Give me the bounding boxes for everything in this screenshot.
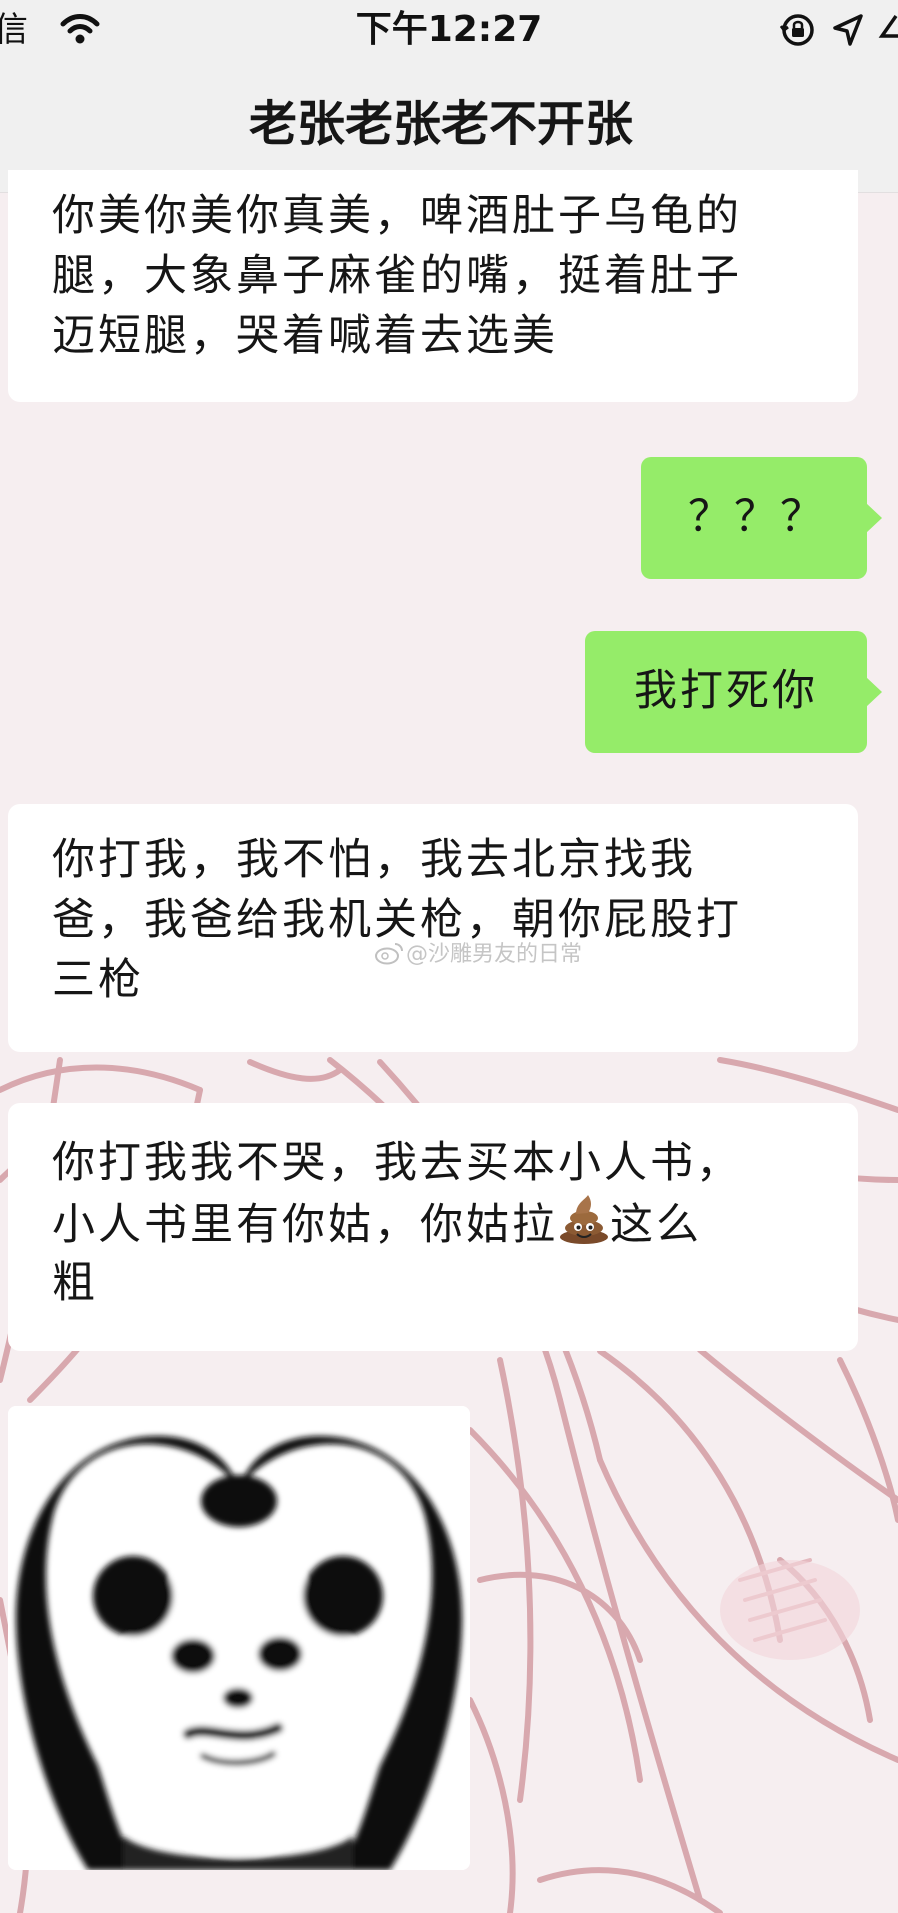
outgoing-message-bubble[interactable]: ？？？: [641, 457, 882, 579]
message-text-line: 腿，大象鼻子麻雀的嘴，挺着肚子: [52, 251, 742, 301]
message-text-line: 小人书里有你姑，你姑拉 这么: [52, 1193, 858, 1253]
incoming-message-bubble[interactable]: 你打我，我不怕，我去北京找我 爸，我爸给我机关枪，朝你屁股打 三枪: [8, 804, 858, 1052]
chat-title[interactable]: 老张老张老不开张: [0, 94, 882, 154]
status-time: 下午12:27: [355, 9, 543, 50]
message-text: ？？？: [688, 492, 826, 542]
chat-screen: 信 下午12:27 老张老张老不开张 你美你美你真美，啤酒肚子乌龟的 腿，大象鼻…: [0, 0, 898, 1913]
orientation-lock-icon: [780, 14, 814, 46]
location-arrow-icon: [833, 14, 863, 46]
panda-sticker-icon: [8, 1406, 470, 1870]
incoming-message-bubble[interactable]: 你打我我不哭，我去买本小人书， 小人书里有你姑，你姑拉 这么 粗: [8, 1103, 858, 1351]
pile-of-poo-emoji-icon: [560, 1195, 608, 1244]
message-text-line: 你美你美你真美，啤酒肚子乌龟的: [52, 191, 742, 241]
message-text-line: 迈短腿，哭着喊着去选美: [52, 311, 558, 361]
message-text-segment: 这么: [610, 1200, 702, 1250]
watermark-text: @沙雕男友的日常: [406, 942, 583, 967]
panda-sticker-message[interactable]: [8, 1406, 470, 1870]
message-text-line: 粗: [52, 1258, 98, 1308]
message-text-segment: 小人书里有你姑，你姑拉: [52, 1200, 558, 1250]
message-text-line: 你打我，我不怕，我去北京找我: [52, 835, 696, 885]
battery-icon: [878, 14, 898, 38]
status-bar: 信 下午12:27: [0, 0, 898, 62]
incoming-message-bubble[interactable]: 你美你美你真美，啤酒肚子乌龟的 腿，大象鼻子麻雀的嘴，挺着肚子 迈短腿，哭着喊着…: [8, 170, 858, 402]
message-text: 我打死你: [634, 666, 818, 716]
outgoing-message-bubble[interactable]: 我打死你: [585, 631, 882, 753]
weibo-icon: [375, 943, 403, 965]
weibo-watermark: @沙雕男友的日常: [374, 940, 582, 970]
message-text-line: 你打我我不哭，我去买本小人书，: [52, 1138, 742, 1188]
